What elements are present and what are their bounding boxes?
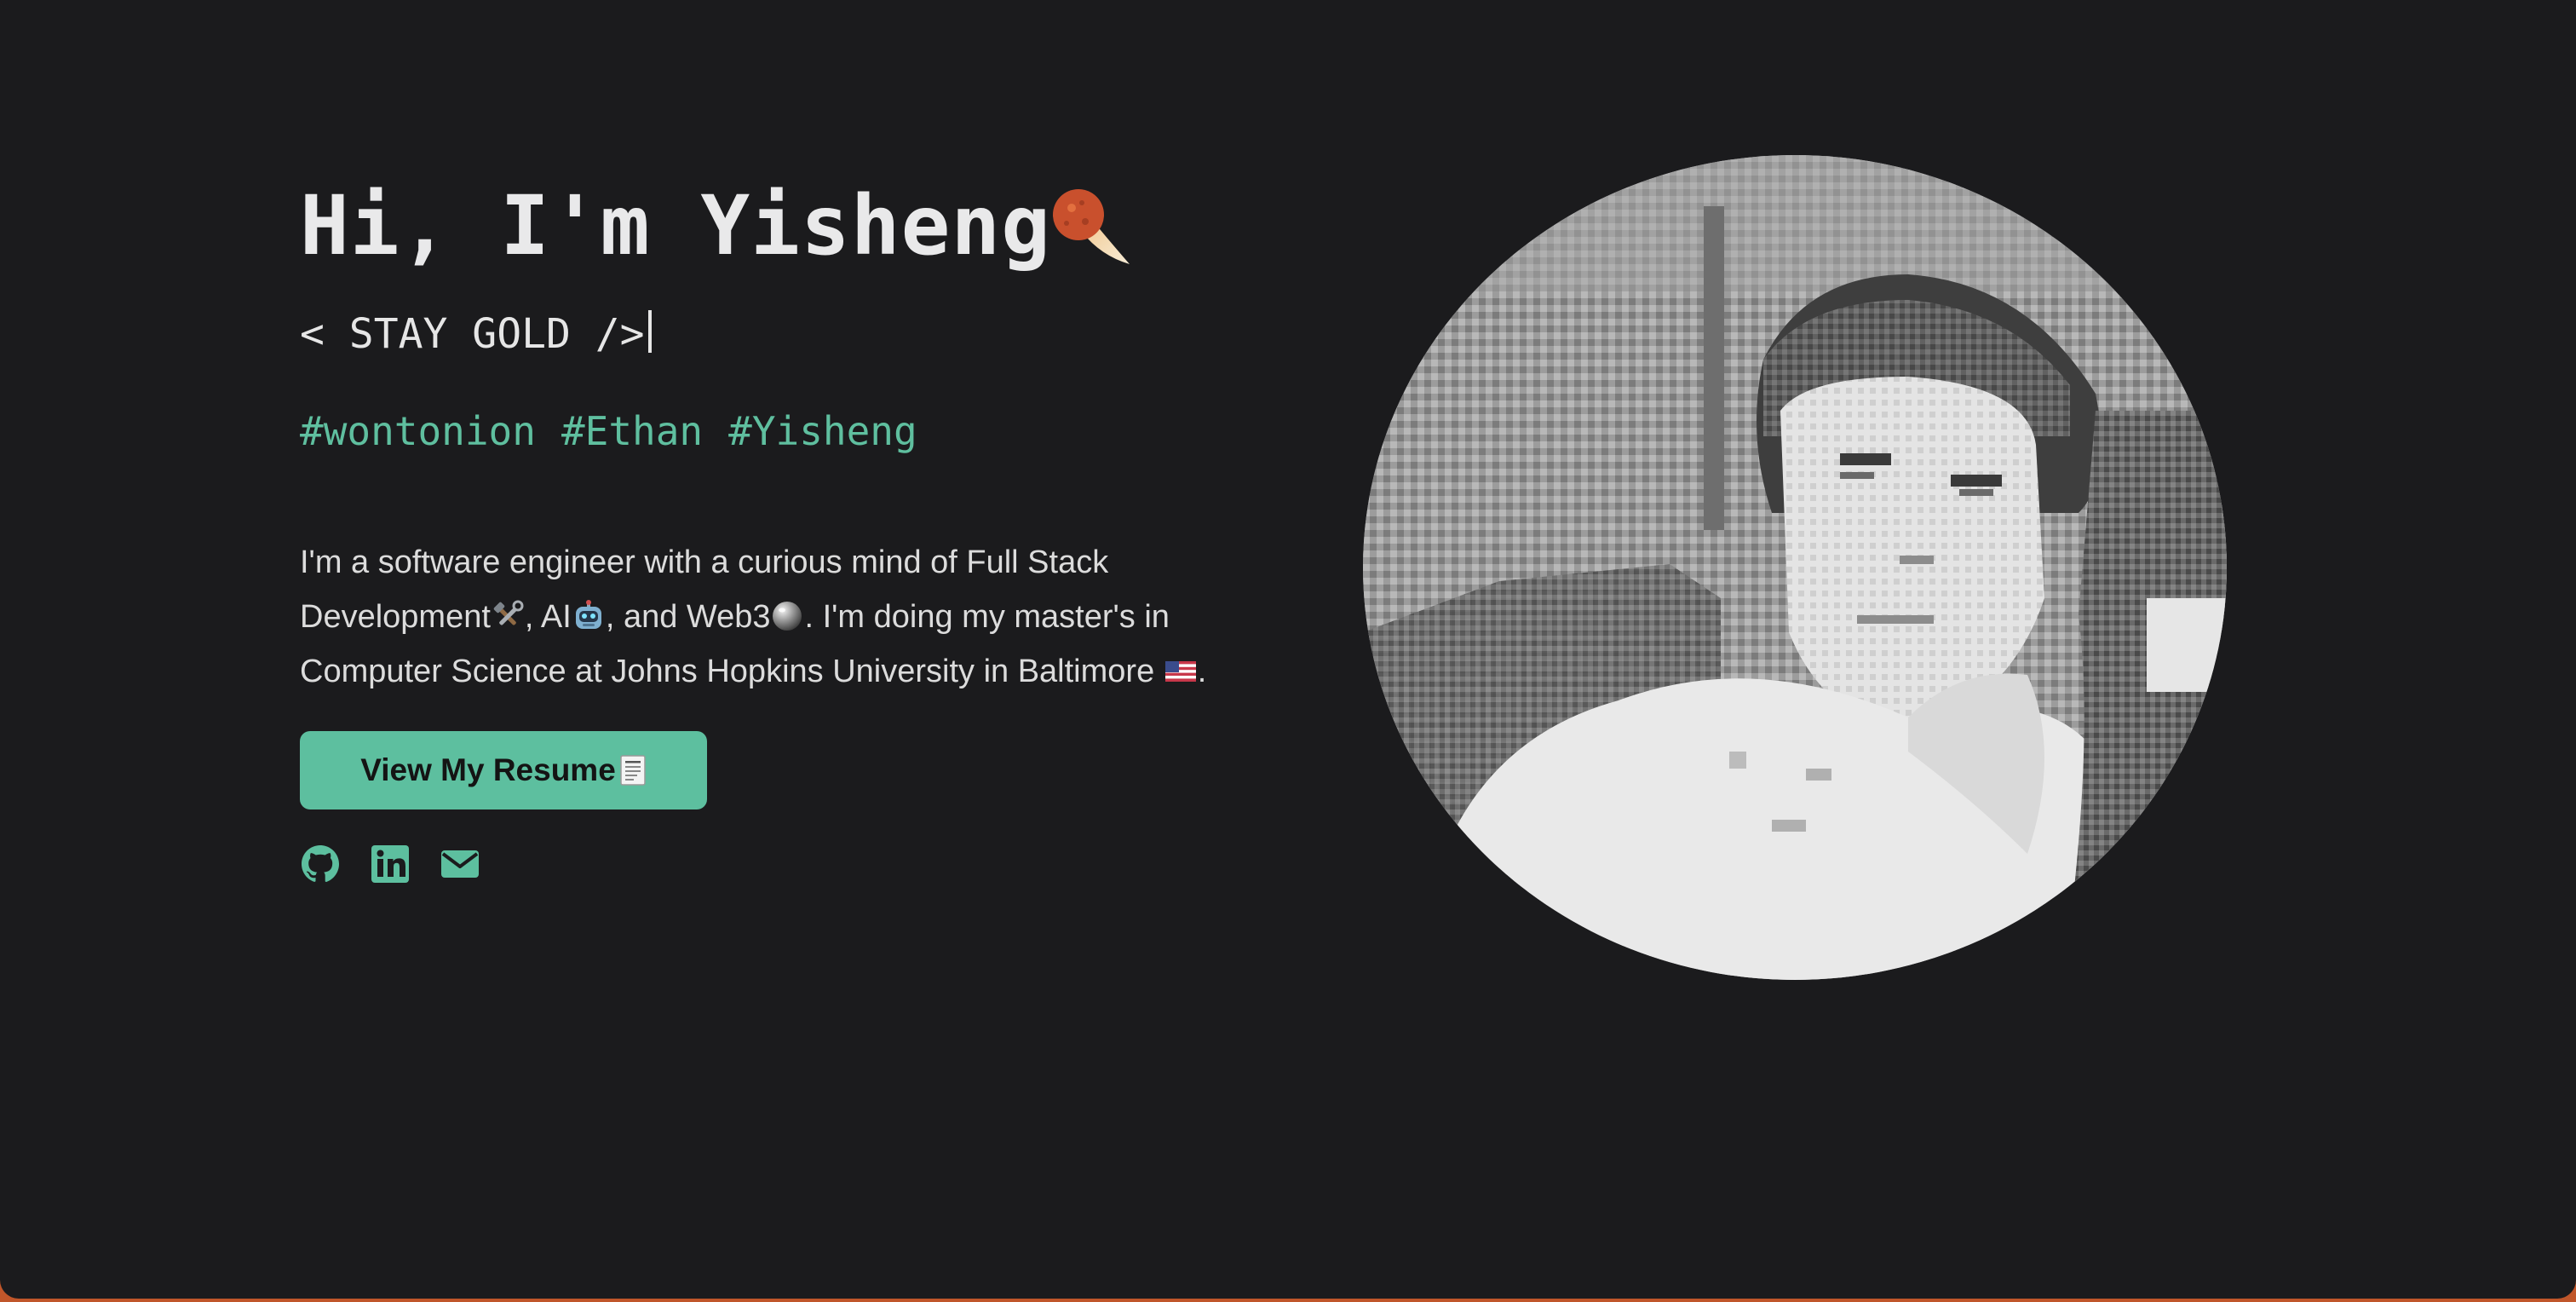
bio-text-5: . bbox=[1197, 654, 1207, 689]
bio-text-2: , AI bbox=[524, 599, 572, 635]
meteor-icon bbox=[1048, 182, 1133, 268]
hashtag-wontonion: #wontonion bbox=[300, 408, 536, 454]
typing-cursor bbox=[647, 310, 652, 353]
bio-text-3: , and Web3 bbox=[605, 599, 771, 635]
hero-title: Hi, I'm Yisheng bbox=[300, 170, 1262, 281]
hammer-wrench-icon bbox=[492, 595, 524, 627]
resume-button-label: View My Resume bbox=[360, 752, 616, 787]
hashtag-yisheng: #Yisheng bbox=[728, 408, 917, 454]
bio-paragraph: I'm a software engineer with a curious m… bbox=[300, 535, 1262, 699]
hero-section: Hi, I'm Yisheng < STAY GOLD /> #wontonio… bbox=[300, 170, 1262, 884]
robot-icon bbox=[572, 595, 605, 629]
tagline-text: < STAY GOLD /> bbox=[300, 310, 645, 358]
page-window: Hi, I'm Yisheng < STAY GOLD /> #wontonio… bbox=[0, 0, 2576, 1299]
tagline: < STAY GOLD /> bbox=[300, 307, 1262, 361]
profile-photo bbox=[1363, 155, 2227, 980]
hashtag-list: #wontonion #Ethan #Yisheng bbox=[300, 406, 1262, 457]
linkedin-icon bbox=[371, 845, 409, 883]
email-link[interactable] bbox=[440, 844, 480, 884]
greeting-text: Hi, I'm Yisheng bbox=[300, 178, 1051, 274]
us-flag-icon bbox=[1164, 649, 1197, 682]
github-icon bbox=[302, 845, 339, 883]
hashtag-ethan: #Ethan bbox=[561, 408, 704, 454]
view-resume-button[interactable]: View My Resume bbox=[300, 731, 707, 809]
linkedin-link[interactable] bbox=[370, 844, 411, 884]
document-icon bbox=[619, 754, 647, 786]
social-links bbox=[300, 844, 1262, 884]
crystal-ball-icon bbox=[771, 595, 803, 631]
email-icon bbox=[441, 850, 479, 878]
github-link[interactable] bbox=[300, 844, 341, 884]
